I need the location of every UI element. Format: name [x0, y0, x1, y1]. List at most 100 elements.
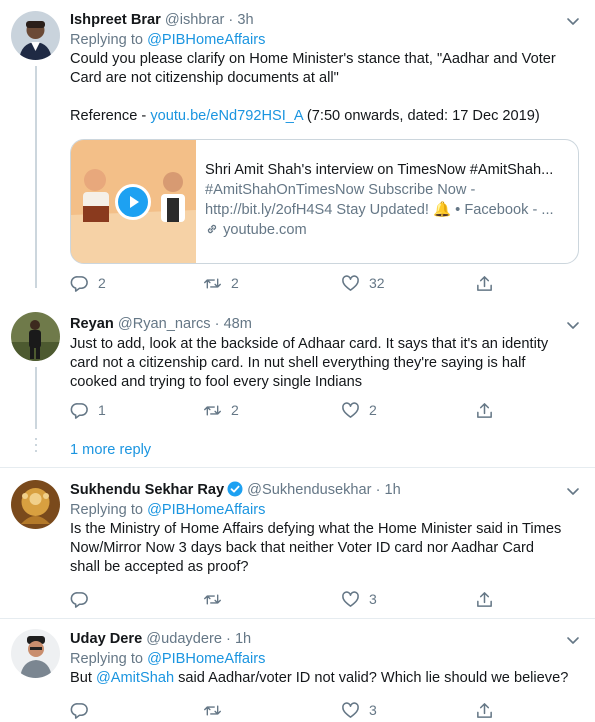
replying-to: Replying to @PIBHomeAffairs	[70, 501, 581, 520]
tweet-sukhendu[interactable]: Sukhendu Sekhar Ray @Sukhendusekhar · 1h…	[0, 468, 595, 618]
avatar[interactable]	[11, 480, 60, 529]
thread-line	[35, 367, 37, 429]
reply-icon	[70, 591, 88, 608]
tweet-text-line: card not a citizenship card. In nut shel…	[70, 355, 526, 371]
reply-button[interactable]	[70, 588, 98, 610]
tweet-actions: 2 2 32	[70, 272, 500, 294]
like-icon	[342, 590, 359, 607]
timestamp[interactable]: 1h	[235, 631, 251, 647]
tweet-reyan[interactable]: Reyan @Ryan_narcs · 48m Just to add, loo…	[0, 304, 595, 434]
tweet-header: Sukhendu Sekhar Ray @Sukhendusekhar · 1h	[70, 480, 581, 500]
tweet-text-line: Now/Mirror Now 3 days back that neither …	[70, 540, 534, 556]
tweet-text-line: Just to add, look at the backside of Adh…	[70, 336, 549, 352]
link-preview-card[interactable]: Shri Amit Shah's interview on TimesNow #…	[70, 139, 579, 264]
reference-label: Reference -	[70, 108, 151, 124]
tweet-text: But @AmitShah said Aadhar/voter ID not v…	[70, 669, 581, 688]
share-button[interactable]	[475, 588, 503, 610]
chevron-down-icon[interactable]	[565, 483, 581, 499]
like-button[interactable]: 3	[341, 588, 377, 610]
replying-label: Replying to	[70, 651, 144, 667]
like-count: 32	[369, 275, 385, 291]
share-button[interactable]	[475, 272, 503, 294]
thread-line	[35, 66, 37, 288]
tweet-actions: 3	[70, 699, 500, 721]
tweet-ishpreet[interactable]: Ishpreet Brar @ishbrar · 3h Replying to …	[0, 0, 595, 296]
retweet-button[interactable]	[203, 699, 231, 721]
tweet-uday[interactable]: Uday Dere @udaydere · 1h Replying to @PI…	[0, 619, 595, 722]
reference-link[interactable]: youtu.be/eNd792HSI_A	[150, 108, 303, 124]
tweet-text-line: Is the Ministry of Home Affairs defying …	[70, 521, 562, 537]
like-icon	[342, 401, 359, 418]
separator: ·	[214, 316, 220, 332]
author-handle[interactable]: @Sukhendusekhar	[247, 482, 371, 498]
timestamp[interactable]: 48m	[224, 316, 252, 332]
reply-button[interactable]: 2	[70, 272, 106, 294]
author-handle[interactable]: @Ryan_narcs	[118, 316, 211, 332]
tweet-text-suffix: said Aadhar/voter ID not valid? Which li…	[174, 670, 569, 686]
tweet-text: Is the Ministry of Home Affairs defying …	[70, 520, 581, 577]
replying-label: Replying to	[70, 32, 144, 48]
replying-to: Replying to @PIBHomeAffairs	[70, 31, 581, 50]
card-domain-text: youtube.com	[223, 222, 307, 238]
separator: ·	[228, 12, 234, 28]
like-count: 3	[369, 702, 377, 718]
card-title: Shri Amit Shah's interview on TimesNow #…	[205, 162, 554, 178]
reply-icon	[70, 275, 88, 292]
link-icon	[207, 224, 217, 234]
mention-link[interactable]: @PIBHomeAffairs	[147, 32, 265, 48]
author-name[interactable]: Uday Dere	[70, 631, 142, 647]
share-icon	[477, 402, 492, 418]
thread-dots	[34, 438, 38, 458]
reply-thread: Ishpreet Brar @ishbrar · 3h Replying to …	[0, 0, 595, 722]
author-name[interactable]: Reyan	[70, 316, 114, 332]
retweet-button[interactable]: 2	[203, 399, 239, 421]
reply-button[interactable]	[70, 699, 98, 721]
chevron-down-icon[interactable]	[565, 317, 581, 333]
author-name[interactable]: Sukhendu Sekhar Ray	[70, 482, 224, 498]
like-button[interactable]: 2	[341, 399, 377, 421]
mention-link[interactable]: @AmitShah	[96, 670, 174, 686]
timestamp[interactable]: 1h	[385, 482, 401, 498]
like-button[interactable]: 32	[341, 272, 385, 294]
retweet-button[interactable]	[203, 588, 231, 610]
avatar[interactable]	[11, 312, 60, 361]
retweet-icon	[204, 704, 221, 716]
replying-label: Replying to	[70, 502, 144, 518]
like-icon	[342, 701, 359, 718]
retweet-icon	[204, 404, 221, 416]
separator: ·	[226, 631, 231, 647]
card-body: Shri Amit Shah's interview on TimesNow #…	[205, 160, 568, 240]
retweet-button[interactable]: 2	[203, 272, 239, 294]
timestamp[interactable]: 3h	[237, 12, 253, 28]
mention-link[interactable]: @PIBHomeAffairs	[147, 651, 265, 667]
more-replies-link[interactable]: 1 more reply	[70, 441, 151, 460]
verified-badge-icon	[227, 481, 243, 497]
reply-count: 2	[98, 275, 106, 291]
retweet-icon	[204, 277, 221, 289]
chevron-down-icon[interactable]	[565, 13, 581, 29]
tweet-actions: 3	[70, 588, 500, 610]
avatar[interactable]	[11, 629, 60, 678]
tweet-text-line: cooked and trying to fool every single I…	[70, 374, 363, 390]
like-icon	[342, 274, 359, 291]
card-description-line: #AmitShahOnTimesNow Subscribe Now -	[205, 182, 476, 198]
author-handle[interactable]: @udaydere	[146, 631, 222, 647]
share-button[interactable]	[475, 399, 503, 421]
share-button[interactable]	[475, 699, 503, 721]
video-thumbnail[interactable]	[71, 140, 196, 263]
author-name[interactable]: Ishpreet Brar	[70, 12, 161, 28]
avatar[interactable]	[11, 11, 60, 60]
like-count: 2	[369, 402, 377, 418]
play-icon[interactable]	[115, 184, 151, 220]
reference-line: Reference - youtu.be/eNd792HSI_A (7:50 o…	[70, 107, 581, 126]
like-button[interactable]: 3	[341, 699, 377, 721]
reply-button[interactable]: 1	[70, 399, 106, 421]
tweet-text-line: Card are not citizenship documents at al…	[70, 70, 339, 86]
tweet-text-line: Could you please clarify on Home Ministe…	[70, 51, 556, 67]
share-icon	[477, 702, 492, 718]
tweet-header: Uday Dere @udaydere · 1h	[70, 629, 581, 649]
chevron-down-icon[interactable]	[565, 632, 581, 648]
author-handle[interactable]: @ishbrar	[165, 12, 224, 28]
mention-link[interactable]: @PIBHomeAffairs	[147, 502, 265, 518]
replying-to: Replying to @PIBHomeAffairs	[70, 650, 581, 669]
